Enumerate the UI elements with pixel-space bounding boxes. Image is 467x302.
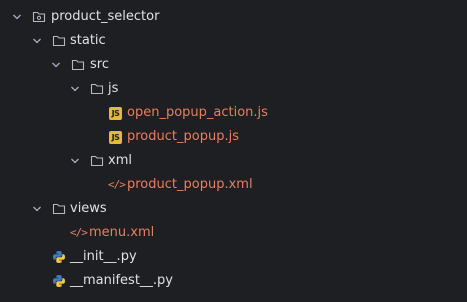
python-file-icon [52, 274, 66, 288]
tree-node-views[interactable]: views [0, 197, 467, 221]
tree-file-open-popup-action-js[interactable]: JS open_popup_action.js [0, 101, 467, 125]
tree-file-menu-xml[interactable]: </> menu.xml [0, 221, 467, 245]
chevron-down-icon[interactable] [70, 156, 80, 166]
project-tree: product_selector static src js JS open_p… [0, 5, 467, 293]
tree-node-static[interactable]: static [0, 29, 467, 53]
tree-node-label: xml [108, 153, 132, 168]
tree-node-label: static [70, 33, 106, 48]
folder-icon [71, 58, 85, 72]
javascript-file-icon: JS [109, 107, 122, 120]
chevron-down-icon[interactable] [12, 12, 22, 22]
tree-node-label: product_selector [51, 9, 160, 24]
tree-file-label: product_popup.js [127, 129, 239, 144]
tree-file-label: product_popup.xml [127, 177, 253, 192]
folder-icon [52, 34, 66, 48]
tree-file-label: __init__.py [70, 249, 137, 264]
xml-file-icon: </> [108, 178, 126, 191]
tree-file-label: menu.xml [89, 225, 155, 240]
tree-file-init-py[interactable]: __init__.py [0, 245, 467, 269]
folder-icon [90, 154, 104, 168]
chevron-down-icon[interactable] [32, 36, 42, 46]
chevron-down-icon[interactable] [32, 204, 42, 214]
tree-node-product-selector[interactable]: product_selector [0, 5, 467, 29]
python-file-icon [52, 250, 66, 264]
xml-file-icon: </> [70, 226, 88, 239]
tree-node-js[interactable]: js [0, 77, 467, 101]
tree-file-label: open_popup_action.js [127, 105, 268, 120]
tree-node-label: js [108, 81, 119, 96]
javascript-file-icon: JS [109, 131, 122, 144]
chevron-down-icon[interactable] [70, 84, 80, 94]
tree-file-label: __manifest__.py [70, 273, 174, 288]
chevron-down-icon[interactable] [51, 60, 61, 70]
tree-file-product-popup-xml[interactable]: </> product_popup.xml [0, 173, 467, 197]
folder-icon [52, 202, 66, 216]
tree-node-label: views [70, 201, 107, 216]
tree-file-product-popup-js[interactable]: JS product_popup.js [0, 125, 467, 149]
tree-file-manifest-py[interactable]: __manifest__.py [0, 269, 467, 293]
folder-icon [90, 82, 104, 96]
tree-node-src[interactable]: src [0, 53, 467, 77]
tree-node-label: src [90, 57, 109, 72]
module-folder-icon [32, 10, 46, 24]
tree-node-xml[interactable]: xml [0, 149, 467, 173]
